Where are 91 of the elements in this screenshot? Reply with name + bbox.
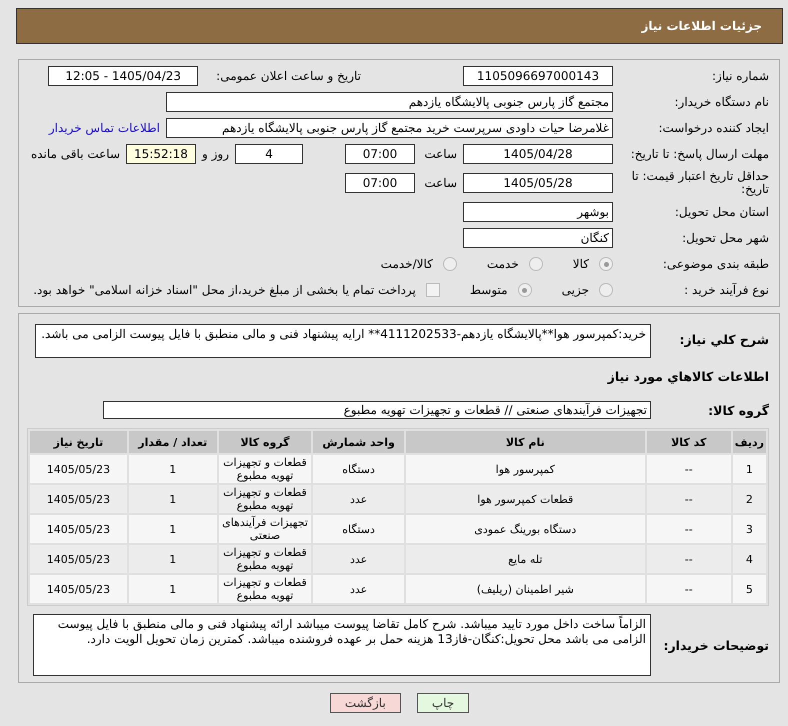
column-header: گروه کالا (218, 431, 312, 453)
table-cell: -- (646, 575, 731, 603)
table-cell: 1405/05/23 (30, 515, 127, 543)
table-cell: قطعات و تجهیزات تهویه مطبوع (218, 485, 312, 513)
field-label: ایجاد کننده درخواست: (657, 122, 769, 134)
field-label: گروه کالا: (707, 402, 769, 418)
field-label: توضیحات خریدار: (662, 638, 769, 652)
requester-field: غلامرضا حیات داودی سرپرست خرید مجتمع گاز پارس جنوبی پالایشگاه یازدهم (166, 118, 613, 138)
table-cell: 1 (128, 515, 217, 543)
back-button[interactable]: بازگشت (330, 693, 401, 713)
deadline-date-field: 1405/04/28 (463, 144, 613, 164)
table-cell: عدد (313, 575, 404, 603)
need-number-field: 1105096697000143 (463, 66, 613, 86)
table-cell: تله مایع (406, 545, 645, 573)
table-cell: 5 (732, 575, 766, 603)
table-cell: -- (646, 485, 731, 513)
radio-button[interactable] (442, 257, 457, 271)
announce-date-field: 1405/04/23 - 12:05 (48, 66, 198, 86)
field-label: استان محل تحویل: (674, 206, 769, 218)
field-label: حداقل تاریخ اعتبار قیمت: تا تاریخ: (630, 170, 769, 196)
field-label: شماره نیاز: (711, 70, 769, 82)
table-cell: قطعات و تجهیزات تهویه مطبوع (218, 575, 312, 603)
checkbox-label: پرداخت تمام یا بخشی از مبلغ خرید،از محل "اسناد خزانه اسلامی" خواهد بود. (33, 283, 416, 297)
table-cell: تجهیزات فرآیندهای صنعتی (218, 515, 312, 543)
radio-button[interactable] (599, 283, 613, 297)
field-label: مهلت ارسال پاسخ: تا تاریخ: (630, 148, 769, 160)
deadline-time-field: 07:00 (345, 144, 415, 164)
description-box: خرید:کمپرسور هوا**پالایشگاه یازدهم-4111202533** ارایه پیشنهاد فنی و مالی منطبق با فایل پیوست الزامی می باشد. (35, 324, 651, 358)
field-label: شهر محل تحویل: (681, 232, 769, 244)
table-cell: عدد (313, 545, 404, 573)
table-cell: 1 (128, 545, 217, 573)
table-cell: قطعات کمپرسور هوا (406, 485, 645, 513)
checkbox[interactable] (426, 283, 440, 297)
column-header: تاریخ نیاز (30, 431, 127, 453)
table-cell: 4 (732, 545, 766, 573)
table-cell: 1405/05/23 (30, 455, 127, 483)
radio-label: خدمت (486, 257, 519, 271)
radio-label: کالا/خدمت (380, 257, 433, 271)
field-label: نوع فرآیند خرید : (683, 284, 769, 296)
validity-date-field: 1405/05/28 (463, 173, 613, 193)
table-cell: 2 (732, 485, 766, 513)
column-header: تعداد / مقدار (128, 431, 217, 453)
table-cell: دستگاه (313, 515, 404, 543)
field-label: ساعت (423, 147, 457, 161)
field-label: طبقه بندی موضوعی: (662, 258, 769, 270)
table-cell: قطعات و تجهیزات تهویه مطبوع (218, 545, 312, 573)
radio-button[interactable] (518, 283, 532, 297)
column-header: کد کالا (646, 431, 731, 453)
table-cell: شیر اطمینان (ریلیف) (406, 575, 645, 603)
field-label: شرح کلي نياز: (678, 331, 769, 347)
days-field: 4 (235, 144, 303, 164)
radio-label: جزیی (562, 283, 589, 297)
table-cell: کمپرسور هوا (406, 455, 645, 483)
validity-time-field: 07:00 (345, 173, 415, 193)
field-label: ساعت باقی مانده (30, 147, 120, 161)
table-cell: 1 (732, 455, 766, 483)
table-cell: دستگاه (313, 455, 404, 483)
section-heading: اطلاعات کالاهاي مورد نياز (608, 368, 769, 384)
table-cell: 1405/05/23 (30, 485, 127, 513)
radio-button[interactable] (528, 257, 543, 271)
table-cell: -- (646, 545, 731, 573)
buyer-org-field: مجتمع گاز پارس جنوبی پالایشگاه یازدهم (166, 92, 613, 112)
remaining-time-field: 15:52:18 (126, 144, 196, 164)
buyer-notes-box: الزاماً ساخت داخل مورد تایید میباشد. شرح کامل تقاضا پیوست میباشد ارائه پیشنهاد فنی و مالی منطبق با فایل پیوست الزامی می باشد محل تحویل:کنگان-فاز13 هزینه حمل بر عهده فروشنده میباشد. کمترین زمان تحویل الویت دارد. (33, 614, 651, 676)
table-cell: دستگاه بورینگ عمودی (406, 515, 645, 543)
field-label: روز و (202, 147, 229, 161)
province-field: بوشهر (463, 202, 613, 222)
table-cell: -- (646, 455, 731, 483)
radio-label: متوسط (470, 283, 508, 297)
table-cell: 3 (732, 515, 766, 543)
table-cell: عدد (313, 485, 404, 513)
field-label: تاریخ و ساعت اعلان عمومی: (216, 69, 361, 83)
radio-button[interactable] (599, 257, 613, 271)
table-cell: -- (646, 515, 731, 543)
column-header: ردیف (732, 431, 766, 453)
table-cell: قطعات و تجهیزات تهویه مطبوع (218, 455, 312, 483)
table-cell: 1405/05/23 (30, 575, 127, 603)
page-header: جزئیات اطلاعات نیاز (16, 8, 783, 44)
table-cell: 1405/05/23 (30, 545, 127, 573)
table-cell: 1 (128, 485, 217, 513)
table-cell: 1 (128, 575, 217, 603)
table-cell: 1 (128, 455, 217, 483)
city-field: کنگان (463, 228, 613, 248)
print-button[interactable]: چاپ (416, 693, 470, 713)
field-label: ساعت (423, 176, 457, 190)
radio-label: کالا (572, 257, 589, 271)
column-header: واحد شمارش (313, 431, 404, 453)
goods-group-field: تجهیزات فرآیندهای صنعتی // قطعات و تجهیزات تهویه مطبوع (103, 401, 651, 419)
column-header: نام کالا (406, 431, 645, 453)
contact-link[interactable]: اطلاعات تماس خریدار (48, 121, 160, 135)
field-label: نام دستگاه خریدار: (674, 96, 769, 108)
